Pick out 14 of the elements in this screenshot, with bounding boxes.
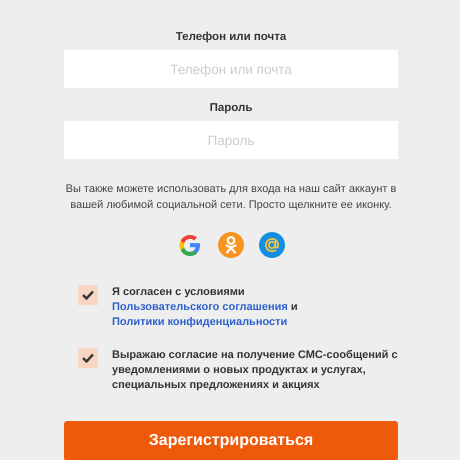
link[interactable]: Пользовательского соглашения xyxy=(112,301,288,313)
checkbox[interactable] xyxy=(78,285,98,305)
consent-text: Я согласен с условиями Пользовательского соглашения и Политики конфиденциальности xyxy=(112,285,299,330)
check-icon xyxy=(82,353,94,363)
register-button[interactable]: Зарегистрироваться xyxy=(64,421,398,460)
check-icon xyxy=(82,290,94,300)
consent-text: Выражаю согласие на получение СМС-сообщений с уведомлениями о новых продуктах и услугах, специальных предложениях и акциях xyxy=(112,348,398,393)
field-label: Телефон или почта xyxy=(176,31,286,43)
at-sign-icon[interactable] xyxy=(258,231,286,259)
field-label: Пароль xyxy=(210,102,252,114)
link[interactable]: Политики конфиденциальности xyxy=(112,316,288,328)
checkbox[interactable] xyxy=(78,348,98,368)
person-icon[interactable] xyxy=(217,231,245,259)
social-hint: Вы также можете использовать для входа на наш сайт аккаунт в вашей любимой социальной сети. Просто щелкните ее иконку. xyxy=(64,182,398,213)
